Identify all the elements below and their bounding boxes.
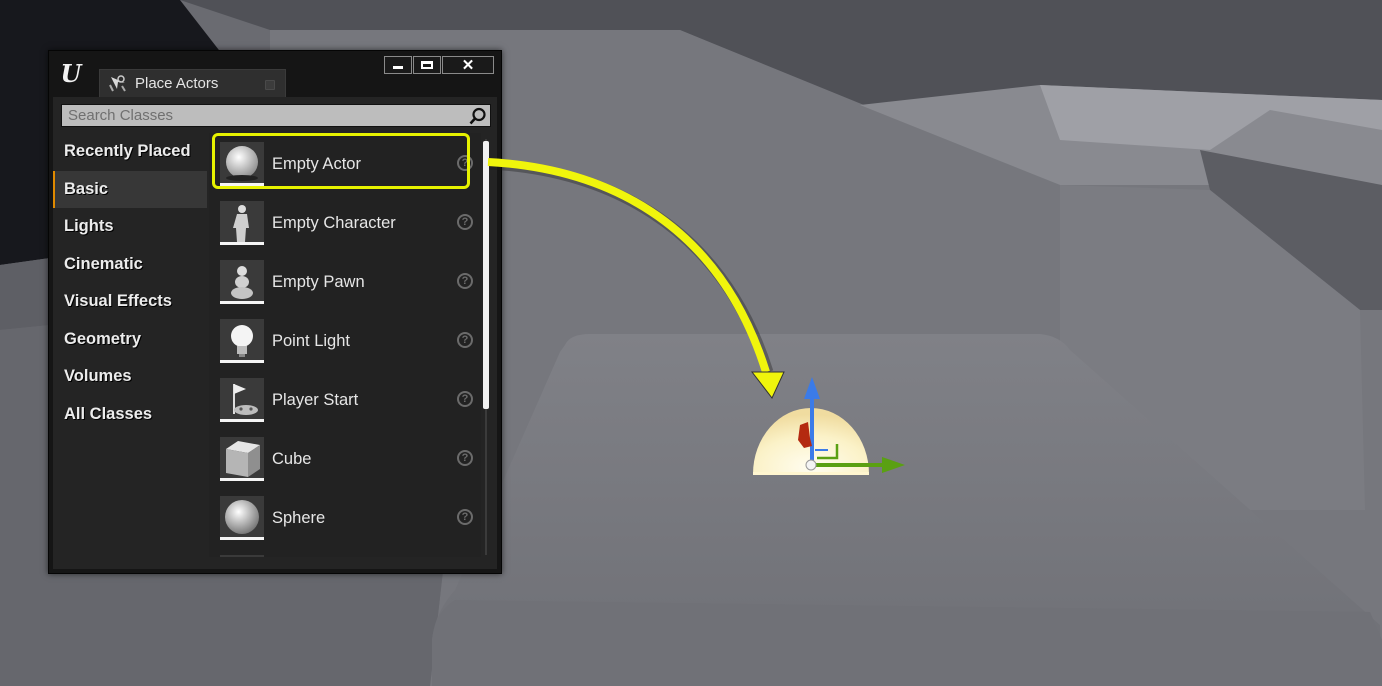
tab-place-actors[interactable]: Place Actors — [99, 69, 286, 97]
category-all-classes[interactable]: All Classes — [53, 396, 207, 434]
help-icon[interactable]: ? — [457, 214, 473, 230]
category-label: All Classes — [64, 404, 153, 423]
item-label: Point Light — [272, 332, 350, 350]
unreal-logo-icon: U — [60, 58, 82, 88]
category-basic[interactable]: Basic — [53, 170, 207, 208]
minimize-button[interactable] — [384, 56, 412, 74]
help-icon[interactable]: ? — [457, 155, 473, 171]
category-cinematic[interactable]: Cinematic — [53, 246, 207, 284]
item-label: Empty Character — [272, 214, 396, 232]
category-label: Basic — [64, 179, 109, 198]
close-button[interactable]: ✕ — [442, 56, 494, 74]
list-item-sphere[interactable]: Sphere ? — [209, 489, 477, 547]
tab-label: Place Actors — [135, 75, 219, 92]
item-label: Cube — [272, 450, 312, 468]
cylinder-icon — [220, 555, 264, 557]
category-lights[interactable]: Lights — [53, 208, 207, 246]
maximize-button[interactable] — [413, 56, 441, 74]
search-bar — [61, 104, 491, 127]
list-item-player-start[interactable]: Player Start ? — [209, 371, 477, 429]
list-item-cube[interactable]: Cube ? — [209, 430, 477, 488]
item-label: Empty Pawn — [272, 273, 365, 291]
list-item-empty-pawn[interactable]: Empty Pawn ? — [209, 253, 477, 311]
category-label: Volumes — [64, 367, 132, 386]
window-controls: ✕ — [383, 56, 494, 74]
help-icon[interactable]: ? — [457, 509, 473, 525]
minimize-icon — [393, 65, 403, 69]
pawn-icon — [220, 260, 264, 304]
help-icon[interactable]: ? — [457, 391, 473, 407]
list-item-empty-character[interactable]: Empty Character ? — [209, 194, 477, 252]
empty-actor-icon — [220, 142, 264, 186]
category-label: Lights — [64, 217, 114, 236]
category-recently-placed[interactable]: Recently Placed — [53, 133, 207, 171]
help-icon[interactable]: ? — [457, 273, 473, 289]
player-start-icon — [220, 378, 264, 422]
tab-close-icon[interactable] — [265, 80, 275, 90]
category-visual-effects[interactable]: Visual Effects — [53, 283, 207, 321]
category-label: Visual Effects — [64, 292, 172, 311]
search-input[interactable] — [62, 105, 474, 126]
maximize-icon — [421, 61, 433, 69]
place-actors-icon — [109, 74, 126, 92]
character-icon — [220, 201, 264, 245]
help-icon[interactable]: ? — [457, 332, 473, 348]
list-item-point-light[interactable]: Point Light ? — [209, 312, 477, 370]
sphere-icon — [220, 496, 264, 540]
list-item-partial[interactable] — [209, 548, 477, 557]
place-actors-window: U Place Actors ✕ Recently Placed Basic L… — [48, 50, 502, 574]
category-label: Recently Placed — [64, 142, 191, 161]
close-icon: ✕ — [461, 57, 475, 74]
category-volumes[interactable]: Volumes — [53, 358, 207, 396]
category-geometry[interactable]: Geometry — [53, 321, 207, 359]
place-actors-content: Recently Placed Basic Lights Cinematic V… — [53, 97, 497, 569]
light-bulb-icon — [220, 319, 264, 363]
category-list: Recently Placed Basic Lights Cinematic V… — [53, 133, 207, 433]
category-label: Cinematic — [64, 254, 143, 273]
help-icon[interactable]: ? — [457, 450, 473, 466]
scrollbar-thumb[interactable] — [483, 141, 489, 409]
cube-icon — [220, 437, 264, 481]
search-icon[interactable] — [469, 107, 487, 125]
category-label: Geometry — [64, 329, 142, 348]
actor-list: Empty Actor ? Empty Character ? Empty Pa… — [209, 133, 481, 557]
list-item-empty-actor[interactable]: Empty Actor ? — [209, 133, 477, 193]
item-label: Player Start — [272, 391, 359, 409]
item-label: Empty Actor — [272, 155, 361, 173]
item-label: Sphere — [272, 509, 326, 527]
